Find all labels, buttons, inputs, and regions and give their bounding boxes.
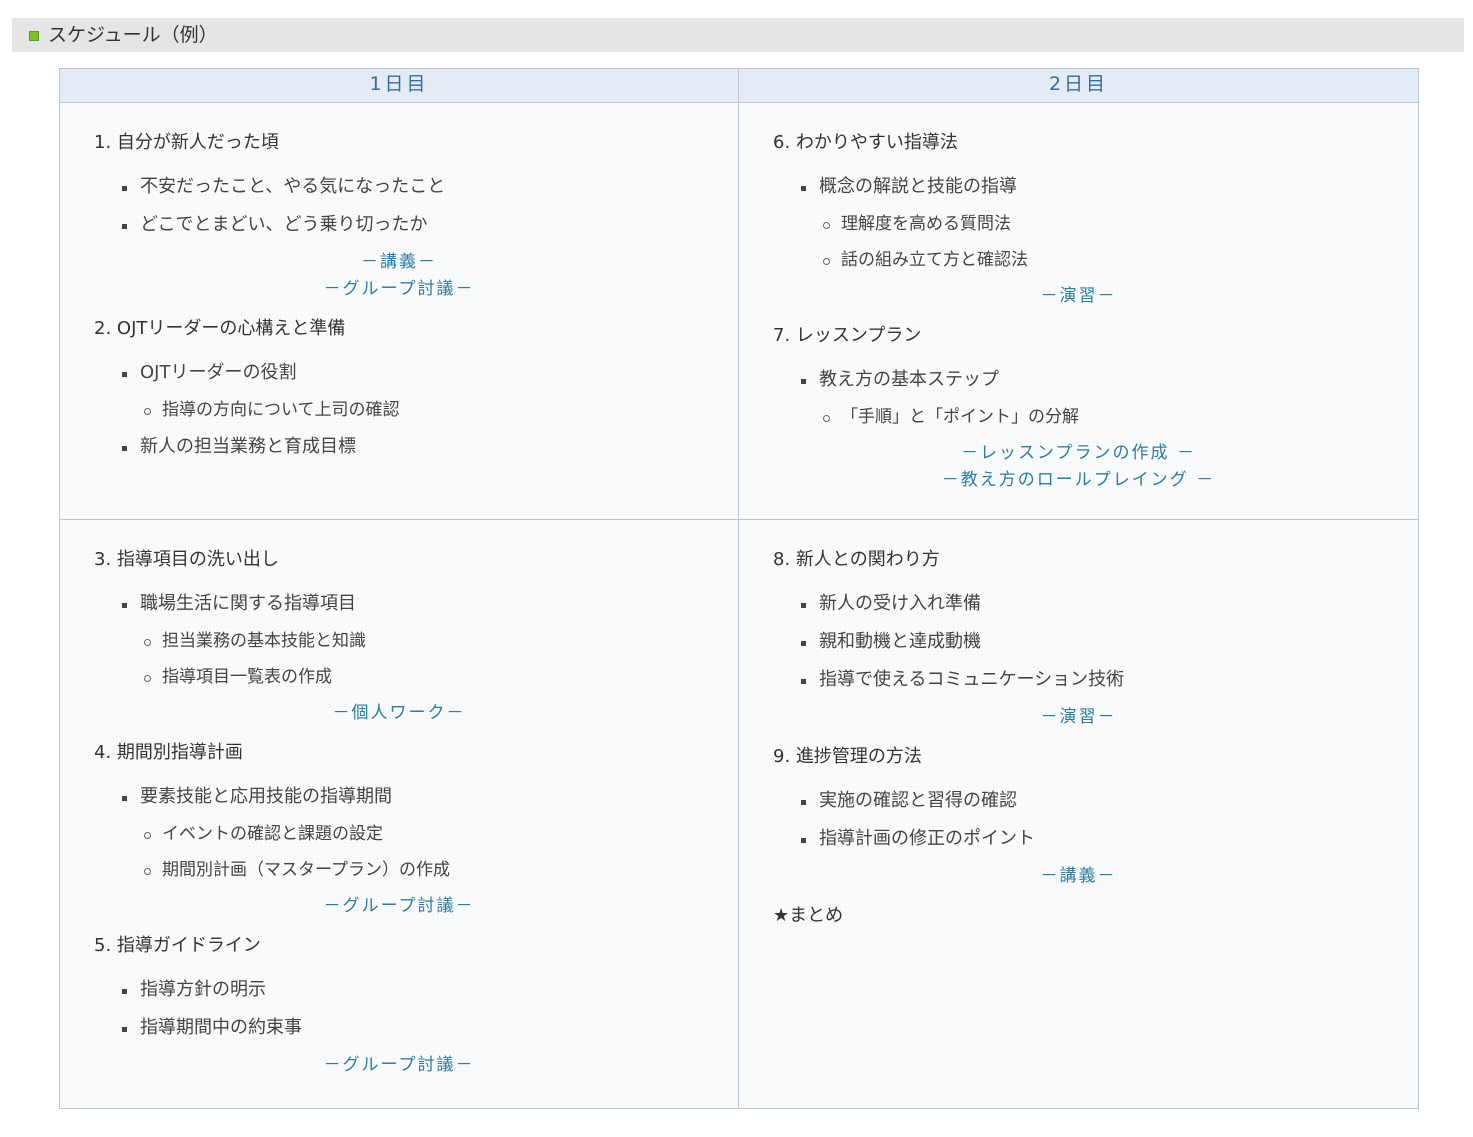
day2-header: 2日目 [738,68,1419,103]
method-label: －グループ討議－ [323,896,475,916]
sub-bullet-item: 「手順」と「ポイント」の分解 [773,404,1418,430]
topic-title: 6. わかりやすい指導法 [773,132,958,153]
bullet-item: 指導で使えるコミュニケーション技術 [773,666,1418,694]
sub-bullet-item: 担当業務の基本技能と知識 [94,628,738,654]
bullet-item: OJTリーダーの役割 [94,359,738,387]
topic-title: 8. 新人との関わり方 [773,549,940,570]
topic-title: 4. 期間別指導計画 [94,742,243,763]
method-label: －レッスンプランの作成 － [961,443,1196,463]
method-label: －演習－ [1040,707,1117,727]
section-title: スケジュール（例） [48,24,218,46]
day1-bottom-cell: 3. 指導項目の洗い出し 職場生活に関する指導項目 担当業務の基本技能と知識 指… [59,519,739,1109]
schedule-row-top: 1. 自分が新人だった頃 不安だったこと、やる気になったこと どこでとまどい、ど… [59,102,1419,520]
sub-bullet-item: 指導項目一覧表の作成 [94,664,738,690]
sub-bullet-item: 話の組み立て方と確認法 [773,247,1418,273]
bullet-item: 教え方の基本ステップ [773,366,1418,394]
topic-title: 5. 指導ガイドライン [94,935,261,956]
section-header-bar: スケジュール（例） [12,18,1464,52]
day1-top-cell: 1. 自分が新人だった頃 不安だったこと、やる気になったこと どこでとまどい、ど… [59,102,739,520]
bullet-item: 指導期間中の約束事 [94,1014,738,1042]
method-label: －グループ討議－ [323,279,475,299]
bullet-item: 親和動機と達成動機 [773,628,1418,656]
bullet-item: 指導計画の修正のポイント [773,825,1418,853]
header-row: 1日目 2日目 [59,68,1419,103]
method-label: －演習－ [1040,286,1117,306]
bullet-item: 新人の担当業務と育成目標 [94,433,738,461]
schedule-row-bottom: 3. 指導項目の洗い出し 職場生活に関する指導項目 担当業務の基本技能と知識 指… [59,519,1419,1109]
sub-bullet-item: 期間別計画（マスタープラン）の作成 [94,857,738,883]
topic-title: 3. 指導項目の洗い出し [94,549,279,570]
bullet-item: 要素技能と応用技能の指導期間 [94,783,738,811]
bullet-item: 指導方針の明示 [94,976,738,1004]
bullet-item: 実施の確認と習得の確認 [773,787,1418,815]
method-label: －教え方のロールプレイング － [941,470,1216,490]
method-label: －講義－ [1040,866,1117,886]
bullet-item: 不安だったこと、やる気になったこと [94,173,738,201]
square-bullet-icon [29,31,39,41]
topic-title: 7. レッスンプラン [773,325,922,346]
sub-bullet-item: イベントの確認と課題の設定 [94,821,738,847]
bullet-item: どこでとまどい、どう乗り切ったか [94,211,738,239]
schedule-table: 1日目 2日目 1. 自分が新人だった頃 不安だったこと、やる気になったこと ど… [59,68,1419,1109]
summary-title: ★まとめ [773,905,844,926]
bullet-item: 職場生活に関する指導項目 [94,590,738,618]
method-label: －グループ討議－ [323,1055,475,1075]
sub-bullet-item: 指導の方向について上司の確認 [94,397,738,423]
day1-header: 1日目 [59,68,739,103]
day2-top-cell: 6. わかりやすい指導法 概念の解説と技能の指導 理解度を高める質問法 話の組み… [738,102,1419,520]
sub-bullet-item: 理解度を高める質問法 [773,211,1418,237]
bullet-item: 概念の解説と技能の指導 [773,173,1418,201]
method-label: －講義－ [361,252,437,272]
bullet-item: 新人の受け入れ準備 [773,590,1418,618]
topic-title: 9. 進捗管理の方法 [773,746,922,767]
method-label: －個人ワーク－ [332,703,466,723]
topic-title: 1. 自分が新人だった頃 [94,132,279,153]
topic-title: 2. OJTリーダーの心構えと準備 [94,318,346,339]
day2-bottom-cell: 8. 新人との関わり方 新人の受け入れ準備 親和動機と達成動機 指導で使えるコミ… [738,519,1419,1109]
